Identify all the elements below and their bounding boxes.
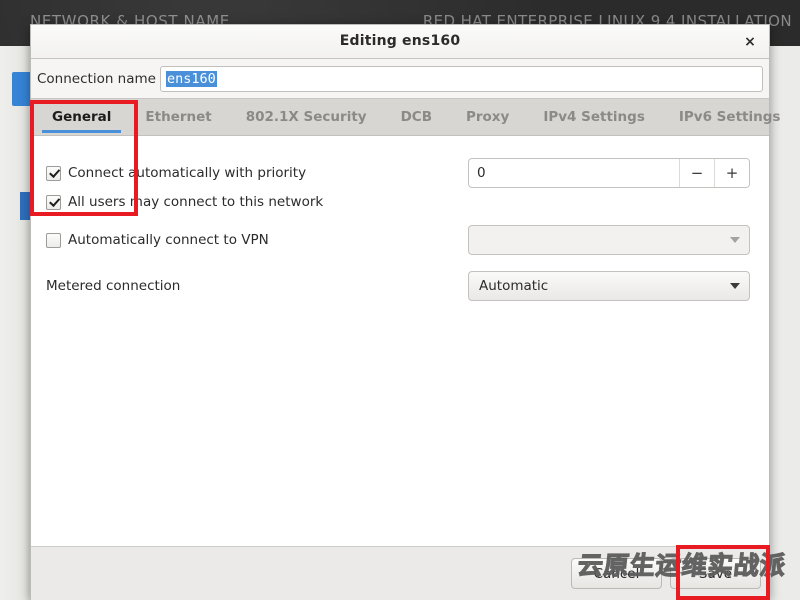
metered-connection-select[interactable]: Automatic (468, 271, 750, 301)
connect-automatically-row: Connect automatically with priority 0 − … (31, 158, 769, 188)
connection-name-label: Connection name (37, 70, 156, 87)
tab-ipv4-settings[interactable]: IPv4 Settings (526, 99, 662, 135)
save-button[interactable]: Save (670, 558, 761, 589)
general-tab-panel: Connect automatically with priority 0 − … (31, 136, 769, 546)
tab-ethernet-label: Ethernet (145, 109, 212, 125)
tab-8021x-security-label: 802.1X Security (245, 109, 367, 125)
all-users-checkbox[interactable] (46, 194, 61, 210)
dialog-titlebar: Editing ens160 × (31, 25, 769, 59)
tab-general-label: General (52, 109, 112, 125)
priority-stepper[interactable]: 0 − + (468, 158, 750, 188)
installer-accent-block-secondary (20, 192, 30, 220)
priority-value[interactable]: 0 (469, 159, 679, 187)
connect-automatically-checkbox[interactable] (46, 165, 61, 181)
tab-proxy-label: Proxy (465, 109, 510, 125)
auto-vpn-label: Automatically connect to VPN (68, 232, 269, 248)
priority-increment-button[interactable]: + (714, 159, 749, 187)
dialog-title: Editing ens160 (339, 33, 461, 49)
connection-name-value: ens160 (166, 70, 217, 87)
tab-ipv6-settings-label: IPv6 Settings (678, 109, 781, 125)
cancel-button[interactable]: Cancel (571, 558, 662, 589)
vpn-select[interactable] (468, 225, 750, 255)
chevron-down-icon (730, 237, 740, 243)
metered-connection-label: Metered connection (46, 278, 181, 294)
tab-general[interactable]: General (35, 99, 128, 135)
metered-connection-row: Metered connection Automatic (31, 271, 769, 301)
connection-name-input[interactable]: ens160 (160, 65, 763, 92)
chevron-down-icon (730, 283, 740, 289)
all-users-label: All users may connect to this network (68, 194, 324, 210)
all-users-row: All users may connect to this network (31, 194, 769, 210)
dialog-action-bar: Cancel Save (31, 546, 769, 600)
tab-bar: General Ethernet 802.1X Security DCB Pro… (31, 98, 780, 136)
tab-ethernet[interactable]: Ethernet (128, 99, 228, 135)
auto-vpn-row: Automatically connect to VPN (31, 225, 769, 255)
connection-name-row: Connection name ens160 (31, 59, 769, 98)
metered-connection-value: Automatic (479, 278, 549, 294)
tab-proxy[interactable]: Proxy (449, 99, 526, 135)
tab-dcb[interactable]: DCB (384, 99, 449, 135)
priority-decrement-button[interactable]: − (679, 159, 714, 187)
installer-accent-block (12, 72, 32, 106)
close-icon[interactable]: × (739, 31, 761, 52)
edit-connection-dialog: Editing ens160 × Connection name ens160 … (30, 24, 780, 600)
connect-automatically-label: Connect automatically with priority (68, 165, 307, 181)
auto-vpn-checkbox[interactable] (46, 232, 61, 248)
tab-dcb-label: DCB (400, 109, 432, 125)
tab-ipv4-settings-label: IPv4 Settings (543, 109, 645, 125)
tab-ipv6-settings[interactable]: IPv6 Settings (662, 99, 798, 135)
tab-8021x-security[interactable]: 802.1X Security (229, 99, 384, 135)
